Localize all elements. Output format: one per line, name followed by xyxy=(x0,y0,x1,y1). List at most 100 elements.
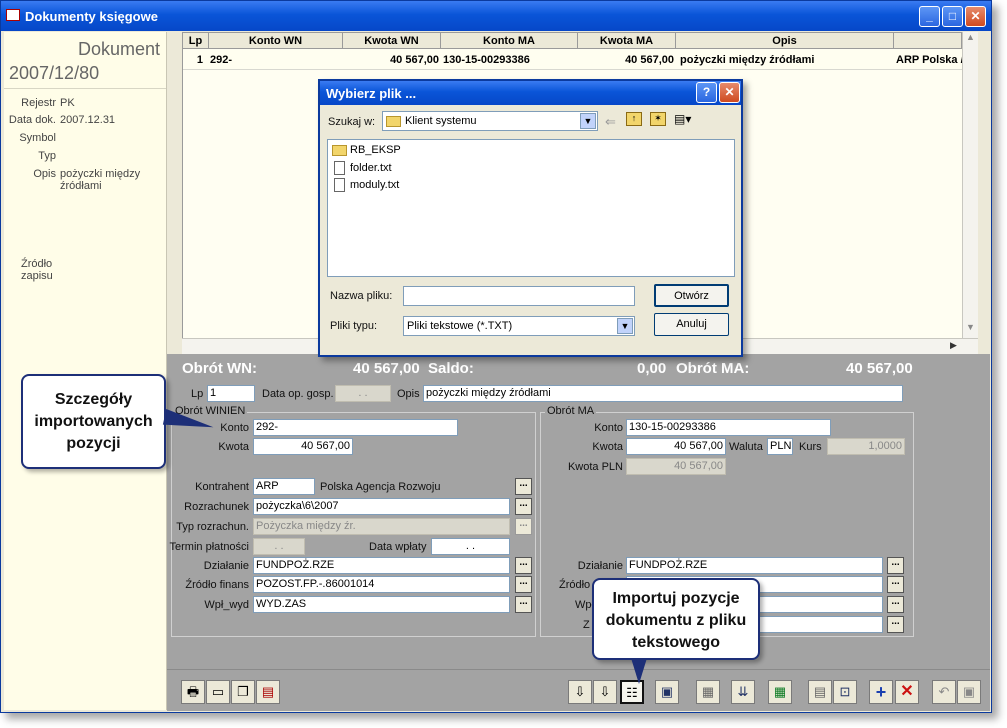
col-header-konto-ma[interactable]: Konto MA xyxy=(441,33,578,49)
file-dialog: Wybierz plik ... ? ✕ Szukaj w: Klient sy… xyxy=(318,79,743,357)
termin-label: Termin płatności xyxy=(169,541,249,553)
split-icon[interactable]: ⇊ xyxy=(731,680,755,704)
list-item[interactable]: folder.txt xyxy=(332,161,392,175)
dzialanie-field[interactable]: FUNDPOŻ.RZE xyxy=(253,557,510,574)
col-header-lp[interactable]: Lp xyxy=(183,33,209,49)
ma-zrodlo-label: Źródło xyxy=(559,579,591,591)
detail-panel: Obrót WN: 40 567,00 Saldo: 0,00 Obrót MA… xyxy=(167,354,990,711)
data-op-field[interactable]: . . xyxy=(335,385,391,402)
kontrahent-code-field[interactable]: ARP xyxy=(253,478,315,495)
typ-rozr-field[interactable]: Pożyczka między źr. xyxy=(253,518,510,535)
ma-konto-field[interactable]: 130-15-00293386 xyxy=(626,419,831,436)
list-item[interactable]: moduly.txt xyxy=(332,178,399,192)
ma-dzialanie-label: Działanie xyxy=(577,560,623,572)
chevron-down-icon[interactable]: ▼ xyxy=(617,318,633,334)
data-dok-label: Data dok. xyxy=(8,114,56,126)
kontrahent-label: Kontrahent xyxy=(195,481,249,493)
termin-field[interactable]: . . xyxy=(253,538,305,555)
ma-zrodlo-lookup-button[interactable]: ... xyxy=(887,576,904,593)
wn-kwota-field[interactable]: 40 567,00 xyxy=(253,438,353,455)
kurs-label: Kurs xyxy=(799,441,822,453)
table-icon[interactable]: ▤ xyxy=(808,680,832,704)
table-row[interactable]: 1 292- 40 567,00 130-15-00293386 40 567,… xyxy=(183,50,962,70)
cell-extra: ARP Polska / xyxy=(896,54,962,66)
symbol-label: Symbol xyxy=(19,132,56,144)
ma-wpl-lookup-button[interactable]: ... xyxy=(887,596,904,613)
look-in-select[interactable]: Klient systemu ▼ xyxy=(382,111,598,131)
col-header-konto-wn[interactable]: Konto WN xyxy=(209,33,343,49)
add-icon[interactable]: + xyxy=(869,680,893,704)
wn-konto-field[interactable]: 292- xyxy=(253,419,458,436)
lp-field[interactable]: 1 xyxy=(207,385,255,402)
rozrachunek-field[interactable]: pożyczka\6\2007 xyxy=(253,498,510,515)
obrot-ma-title: Obrót MA xyxy=(545,405,597,417)
scroll-right-icon[interactable]: ▶ xyxy=(946,340,961,354)
import-icon-1[interactable]: ⇩ xyxy=(568,680,592,704)
back-icon[interactable]: ⇐ xyxy=(605,114,616,130)
table-vertical-scrollbar[interactable]: ▲ ▼ xyxy=(962,32,978,339)
ma-konto-label: Konto xyxy=(594,422,623,434)
data-dok-value: 2007.12.31 xyxy=(60,114,116,126)
import-callout-pointer xyxy=(631,658,647,684)
post-icon[interactable]: ⊡ xyxy=(833,680,857,704)
zrodlo-label: Źródło finans xyxy=(185,579,249,591)
col-header-extra[interactable] xyxy=(894,33,962,49)
chevron-down-icon[interactable]: ▼ xyxy=(580,113,596,129)
form-icon[interactable]: ▦ xyxy=(696,680,720,704)
view-menu-icon[interactable]: ▤▾ xyxy=(674,112,696,126)
cancel-button[interactable]: Anuluj xyxy=(654,313,729,336)
dzialanie-lookup-button[interactable]: ... xyxy=(515,557,532,574)
obrot-wn-label: Obrót WN: xyxy=(182,360,257,377)
print-icon[interactable]: 🖶 xyxy=(181,680,205,704)
cell-konto-ma: 130-15-00293386 xyxy=(443,54,530,66)
zrodlo-field[interactable]: POZOST.FP.-.86001014 xyxy=(253,576,510,593)
filetype-select[interactable]: Pliki tekstowe (*.TXT) ▼ xyxy=(403,316,635,336)
typ-rozr-label: Typ rozrachun. xyxy=(176,521,249,533)
col-header-kwota-wn[interactable]: Kwota WN xyxy=(343,33,441,49)
data-wplaty-field[interactable]: . . xyxy=(431,538,510,555)
copy-icon[interactable]: ❐ xyxy=(231,680,255,704)
dialog-close-button[interactable]: ✕ xyxy=(719,82,740,103)
ma-dzialanie-lookup-button[interactable]: ... xyxy=(887,557,904,574)
card-icon[interactable]: ▣ xyxy=(655,680,679,704)
dialog-help-button[interactable]: ? xyxy=(696,82,717,103)
opis-field[interactable]: pożyczki między źródłami xyxy=(423,385,903,402)
opis-value: pożyczki między źródłami xyxy=(60,168,141,192)
look-in-label: Szukaj w: xyxy=(328,116,376,128)
kontrahent-lookup-button[interactable]: ... xyxy=(515,478,532,495)
import-icon-2[interactable]: ⇩ xyxy=(593,680,617,704)
kurs-field[interactable]: 1,0000 xyxy=(827,438,905,455)
ma-kwota-field[interactable]: 40 567,00 xyxy=(626,438,726,455)
close-window-button[interactable]: ✕ xyxy=(965,6,986,27)
rejestr-label: Rejestr xyxy=(21,97,56,109)
waluta-field[interactable]: PLN xyxy=(767,438,793,455)
typ-rozr-lookup-button[interactable]: ... xyxy=(515,518,532,535)
list-item[interactable]: RB_EKSP xyxy=(332,144,401,156)
cell-konto-wn: 292- xyxy=(210,54,233,66)
preview-icon[interactable]: ▭ xyxy=(206,680,230,704)
rozrachunek-lookup-button[interactable]: ... xyxy=(515,498,532,515)
delete-icon[interactable]: ✕ xyxy=(895,680,919,704)
scroll-down-icon[interactable]: ▼ xyxy=(963,322,978,337)
calculator-icon[interactable]: ▦ xyxy=(768,680,792,704)
kwota-pln-field[interactable]: 40 567,00 xyxy=(626,458,726,475)
ma-z-lookup-button[interactable]: ... xyxy=(887,616,904,633)
waluta-label: Waluta xyxy=(729,441,763,453)
maximize-button[interactable]: □ xyxy=(942,6,963,27)
new-folder-icon[interactable]: ✶ xyxy=(650,112,666,126)
minimize-button[interactable]: _ xyxy=(919,6,940,27)
wpl-field[interactable]: WYD.ZAS xyxy=(253,596,510,613)
filename-input[interactable] xyxy=(403,286,635,306)
save-icon[interactable]: ▣ xyxy=(957,680,981,704)
up-folder-icon[interactable]: ↑ xyxy=(626,112,642,126)
doc-number: 2007/12/80 xyxy=(9,63,100,83)
col-header-opis[interactable]: Opis xyxy=(676,33,894,49)
open-button[interactable]: Otwórz xyxy=(654,284,729,307)
scroll-up-icon[interactable]: ▲ xyxy=(963,32,978,47)
col-header-kwota-ma[interactable]: Kwota MA xyxy=(578,33,676,49)
wpl-lookup-button[interactable]: ... xyxy=(515,596,532,613)
zrodlo-lookup-button[interactable]: ... xyxy=(515,576,532,593)
ma-dzialanie-field[interactable]: FUNDPOŻ.RZE xyxy=(626,557,883,574)
export-icon[interactable]: ▤ xyxy=(256,680,280,704)
undo-icon[interactable]: ↶ xyxy=(932,680,956,704)
